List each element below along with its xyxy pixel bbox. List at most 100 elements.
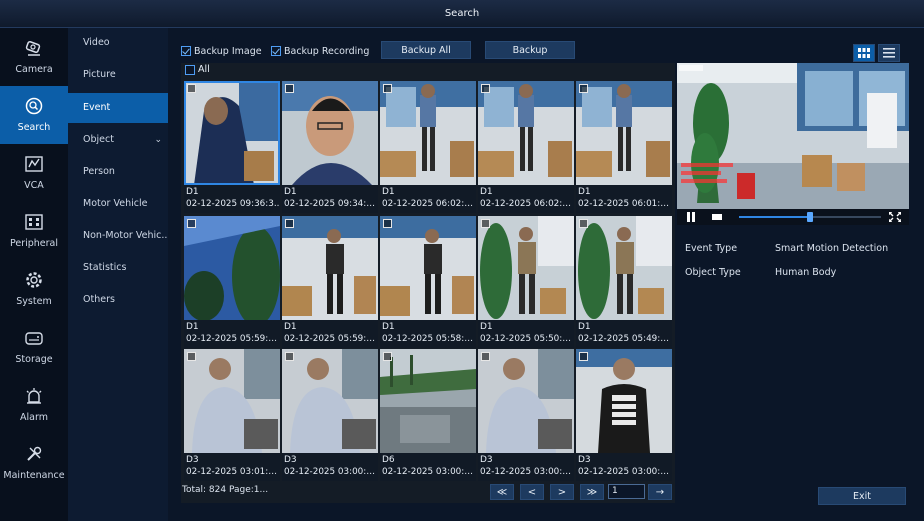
- nav-label: Camera: [15, 64, 53, 75]
- tile-camera-label: D1: [578, 187, 591, 197]
- stop-icon[interactable]: [711, 212, 723, 222]
- result-thumbnail[interactable]: [380, 216, 476, 320]
- storage-icon: [25, 332, 43, 345]
- tile-select-checkbox[interactable]: [187, 219, 196, 228]
- tile-camera-label: D3: [480, 455, 493, 465]
- list-view-toggle[interactable]: [878, 44, 900, 62]
- submenu-event[interactable]: Event: [68, 93, 168, 123]
- last-page-button[interactable]: ≫: [580, 484, 604, 500]
- page-number-input[interactable]: 1: [608, 484, 645, 499]
- result-thumbnail[interactable]: [478, 349, 574, 453]
- tile-camera-label: D1: [284, 322, 297, 332]
- grid-view-toggle[interactable]: [853, 44, 875, 62]
- submenu-video[interactable]: Video: [68, 28, 168, 58]
- gear-icon: [26, 272, 42, 288]
- pause-icon[interactable]: [685, 212, 697, 222]
- submenu-person[interactable]: Person: [68, 157, 168, 187]
- tile-select-checkbox[interactable]: [187, 84, 196, 93]
- result-thumbnail[interactable]: [380, 349, 476, 453]
- tile-select-checkbox[interactable]: [285, 84, 294, 93]
- tile-select-checkbox[interactable]: [579, 219, 588, 228]
- tile-select-checkbox[interactable]: [481, 84, 490, 93]
- submenu-non-motor-vehicle[interactable]: Non-Motor Vehic..: [68, 221, 168, 251]
- nav-vca[interactable]: VCA: [0, 144, 68, 202]
- result-thumbnail[interactable]: [576, 216, 672, 320]
- nav-maintenance[interactable]: Maintenance: [0, 434, 68, 492]
- list-icon: [883, 48, 895, 58]
- tile-select-checkbox[interactable]: [285, 352, 294, 361]
- fullscreen-icon[interactable]: [889, 212, 901, 222]
- result-thumbnail[interactable]: [282, 216, 378, 320]
- tile-select-checkbox[interactable]: [383, 352, 392, 361]
- tile-select-checkbox[interactable]: [481, 219, 490, 228]
- result-tile[interactable]: D1 02-12-2025 09:36:3..: [184, 81, 280, 213]
- result-tile[interactable]: D1 02-12-2025 05:59:0...: [282, 216, 378, 348]
- submenu-object[interactable]: Object ⌄: [68, 125, 168, 155]
- checkbox-box: [181, 46, 191, 56]
- tile-camera-label: D1: [578, 322, 591, 332]
- tile-timestamp: 02-12-2025 03:00:3...: [480, 467, 574, 477]
- result-tile[interactable]: D1 02-12-2025 06:02:1...: [478, 81, 574, 213]
- result-thumbnail[interactable]: [282, 349, 378, 453]
- submenu-others[interactable]: Others: [68, 285, 168, 315]
- peripheral-icon: [25, 214, 43, 230]
- nav-alarm[interactable]: Alarm: [0, 376, 68, 434]
- select-all-checkbox[interactable]: All: [185, 64, 210, 75]
- checkbox-box: [185, 64, 195, 75]
- nav-search[interactable]: Search: [0, 86, 68, 144]
- tile-timestamp: 02-12-2025 03:00:1...: [578, 467, 672, 477]
- result-tile[interactable]: D3 02-12-2025 03:00:3...: [478, 349, 574, 481]
- nav-storage[interactable]: Storage: [0, 318, 68, 376]
- result-thumbnail[interactable]: [478, 216, 574, 320]
- result-tile[interactable]: D3 02-12-2025 03:01:3...: [184, 349, 280, 481]
- alarm-icon: [26, 388, 42, 404]
- backup-all-button[interactable]: Backup All: [381, 41, 471, 59]
- result-thumbnail[interactable]: [576, 81, 672, 185]
- exit-button[interactable]: Exit: [818, 487, 906, 505]
- result-tile[interactable]: D3 02-12-2025 03:00:5...: [282, 349, 378, 481]
- result-tile[interactable]: D6 02-12-2025 03:00:5...: [380, 349, 476, 481]
- nav-camera[interactable]: Camera: [0, 28, 68, 86]
- tile-camera-label: D3: [186, 455, 199, 465]
- submenu-picture[interactable]: Picture: [68, 60, 168, 90]
- next-page-button[interactable]: >: [550, 484, 574, 500]
- tile-camera-label: D1: [480, 322, 493, 332]
- first-page-button[interactable]: ≪: [490, 484, 514, 500]
- tile-select-checkbox[interactable]: [285, 219, 294, 228]
- tile-select-checkbox[interactable]: [481, 352, 490, 361]
- submenu-statistics[interactable]: Statistics: [68, 253, 168, 283]
- backup-button[interactable]: Backup: [485, 41, 575, 59]
- result-thumbnail[interactable]: [184, 216, 280, 320]
- nav-system[interactable]: System: [0, 260, 68, 318]
- tile-select-checkbox[interactable]: [383, 219, 392, 228]
- result-thumbnail[interactable]: [576, 349, 672, 453]
- result-tile[interactable]: D1 02-12-2025 09:34:1...: [282, 81, 378, 213]
- prev-page-button[interactable]: <: [520, 484, 544, 500]
- tile-select-checkbox[interactable]: [579, 84, 588, 93]
- submenu-motor-vehicle[interactable]: Motor Vehicle: [68, 189, 168, 219]
- tile-select-checkbox[interactable]: [187, 352, 196, 361]
- tools-icon: [27, 446, 42, 461]
- total-count: Total: 824 Page:1...: [182, 485, 269, 495]
- result-tile[interactable]: D1 02-12-2025 05:49:5...: [576, 216, 672, 348]
- tile-select-checkbox[interactable]: [383, 84, 392, 93]
- result-tile[interactable]: D1 02-12-2025 05:59:1...: [184, 216, 280, 348]
- result-tile[interactable]: D3 02-12-2025 03:00:1...: [576, 349, 672, 481]
- tile-camera-label: D1: [480, 187, 493, 197]
- result-tile[interactable]: D1 02-12-2025 06:02:3...: [380, 81, 476, 213]
- seek-handle[interactable]: [807, 212, 813, 222]
- result-thumbnail[interactable]: [184, 349, 280, 453]
- tile-select-checkbox[interactable]: [579, 352, 588, 361]
- result-thumbnail[interactable]: [282, 81, 378, 185]
- backup-recording-checkbox[interactable]: Backup Recording: [271, 44, 369, 58]
- result-thumbnail[interactable]: [478, 81, 574, 185]
- result-thumbnail[interactable]: [380, 81, 476, 185]
- nav-peripheral[interactable]: Peripheral: [0, 202, 68, 260]
- result-tile[interactable]: D1 02-12-2025 05:50:1...: [478, 216, 574, 348]
- result-tile[interactable]: D1 02-12-2025 06:01:5...: [576, 81, 672, 213]
- backup-image-checkbox[interactable]: Backup Image: [181, 44, 262, 58]
- go-to-page-button[interactable]: →: [648, 484, 672, 500]
- result-tile[interactable]: D1 02-12-2025 05:58:2...: [380, 216, 476, 348]
- result-thumbnail[interactable]: [184, 81, 280, 185]
- object-type-label: Object Type: [685, 267, 741, 278]
